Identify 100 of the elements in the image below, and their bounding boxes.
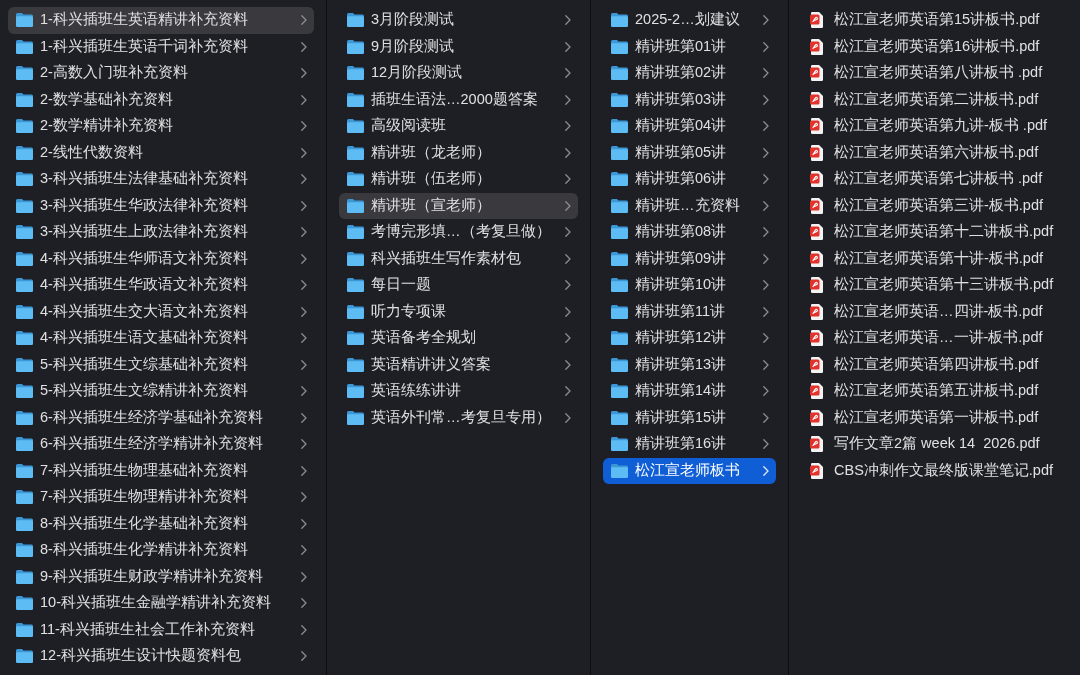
folder-item[interactable]: 精讲班第09讲 (603, 245, 776, 272)
folder-item[interactable]: 3月阶段测试 (339, 7, 578, 34)
folder-item[interactable]: 5-科兴插班生文综精讲补充资料 (8, 378, 314, 405)
folder-item[interactable]: 6-科兴插班生经济学精讲补充资料 (8, 431, 314, 458)
folder-item[interactable]: 精讲班第11讲 (603, 298, 776, 325)
folder-item[interactable]: 精讲班…充资料 (603, 192, 776, 219)
folder-item[interactable]: 2025-2…划建议 (603, 7, 776, 34)
folder-item[interactable]: 6-科兴插班生经济学基础补充资料 (8, 404, 314, 431)
file-item[interactable]: 松江宣老师英语第九讲-板书 .pdf (801, 113, 1068, 140)
folder-item[interactable]: 精讲班第14讲 (603, 378, 776, 405)
chevron-icon (763, 121, 769, 132)
folder-item[interactable]: 精讲班第16讲 (603, 431, 776, 458)
folder-item[interactable]: 2-高数入门班补充资料 (8, 60, 314, 87)
folder-item[interactable]: 精讲班第05讲 (603, 139, 776, 166)
file-item[interactable]: 松江宣老师英语第七讲板书 .pdf (801, 166, 1068, 193)
folder-item[interactable]: 1-科兴插班生英语精讲补充资料 (8, 7, 314, 34)
folder-item[interactable]: 8-科兴插班生化学精讲补充资料 (8, 537, 314, 564)
folder-item[interactable]: 12-科兴插班生设计快题资料包 (8, 643, 314, 670)
folder-item[interactable]: 听力专项课 (339, 298, 578, 325)
chevron-icon (301, 41, 307, 52)
folder-item[interactable]: 英语练练讲讲 (339, 378, 578, 405)
folder-item[interactable]: 精讲班第10讲 (603, 272, 776, 299)
folder-item[interactable]: 9月阶段测试 (339, 33, 578, 60)
document-icon (810, 38, 823, 55)
file-item[interactable]: 松江宣老师英语第16讲板书.pdf (801, 33, 1068, 60)
document-icon (810, 356, 823, 373)
folder-item[interactable]: 2-数学基础补充资料 (8, 86, 314, 113)
file-item[interactable]: 写作文章2篇 week 14 2026.pdf (801, 431, 1068, 458)
file-item[interactable]: 松江宣老师英语第八讲板书 .pdf (801, 60, 1068, 87)
file-item[interactable]: 松江宣老师英语第三讲-板书.pdf (801, 192, 1068, 219)
folder-icon (611, 172, 628, 187)
folder-item[interactable]: 8-科兴插班生化学基础补充资料 (8, 510, 314, 537)
folder-item[interactable]: 高级阅读班 (339, 113, 578, 140)
folder-item[interactable]: 每日一题 (339, 272, 578, 299)
chevron-icon (301, 174, 307, 185)
file-item[interactable]: 松江宣老师英语第五讲板书.pdf (801, 378, 1068, 405)
folder-item[interactable]: 英语精讲讲义答案 (339, 351, 578, 378)
file-item[interactable]: 松江宣老师英语…四讲-板书.pdf (801, 298, 1068, 325)
file-item[interactable]: 松江宣老师英语第一讲板书.pdf (801, 404, 1068, 431)
folder-item[interactable]: 精讲班第15讲 (603, 404, 776, 431)
folder-icon (347, 225, 364, 240)
chevron-icon (763, 412, 769, 423)
folder-item[interactable]: 2-线性代数资料 (8, 139, 314, 166)
document-icon (810, 171, 823, 188)
folder-item[interactable]: 1-科兴插班生英语千词补充资料 (8, 33, 314, 60)
folder-item[interactable]: 科兴插班生写作素材包 (339, 245, 578, 272)
file-item[interactable]: 松江宣老师英语第四讲板书.pdf (801, 351, 1068, 378)
chevron-icon (565, 359, 571, 370)
file-item[interactable]: 松江宣老师英语第二讲板书.pdf (801, 86, 1068, 113)
chevron-icon (763, 41, 769, 52)
document-icon (810, 462, 823, 479)
folder-item[interactable]: 精讲班第13讲 (603, 351, 776, 378)
chevron-icon (763, 227, 769, 238)
file-item[interactable]: 松江宣老师英语第十三讲板书.pdf (801, 272, 1068, 299)
folder-item[interactable]: 精讲班第04讲 (603, 113, 776, 140)
folder-item[interactable]: 5-科兴插班生文综基础补充资料 (8, 351, 314, 378)
file-item[interactable]: 松江宣老师英语第15讲板书.pdf (801, 7, 1068, 34)
folder-item[interactable]: 4-科兴插班生语文基础补充资料 (8, 325, 314, 352)
folder-icon (611, 331, 628, 346)
file-item[interactable]: 松江宣老师英语第十二讲板书.pdf (801, 219, 1068, 246)
folder-item[interactable]: 松江宣老师板书 (603, 457, 776, 484)
folder-item[interactable]: 精讲班第08讲 (603, 219, 776, 246)
folder-item[interactable]: 精讲班第12讲 (603, 325, 776, 352)
folder-icon (347, 198, 364, 213)
folder-item[interactable]: 11-科兴插班生社会工作补充资料 (8, 616, 314, 643)
chevron-icon (301, 439, 307, 450)
folder-icon (16, 92, 33, 107)
folder-item[interactable]: 精讲班第02讲 (603, 60, 776, 87)
folder-item[interactable]: 12月阶段测试 (339, 60, 578, 87)
file-item[interactable]: 松江宣老师英语第六讲板书.pdf (801, 139, 1068, 166)
folder-item[interactable]: 精讲班第01讲 (603, 33, 776, 60)
folder-item[interactable]: 考博完形填…（考复旦做） (339, 219, 578, 246)
folder-item[interactable]: 精讲班第06讲 (603, 166, 776, 193)
folder-icon (611, 198, 628, 213)
folder-item[interactable]: 精讲班（宣老师） (339, 192, 578, 219)
chevron-icon (763, 68, 769, 79)
folder-item[interactable]: 精讲班（龙老师） (339, 139, 578, 166)
folder-item[interactable]: 2-数学精讲补充资料 (8, 113, 314, 140)
folder-item[interactable]: 精讲班（伍老师） (339, 166, 578, 193)
folder-icon (611, 66, 628, 81)
folder-item[interactable]: 7-科兴插班生物理精讲补充资料 (8, 484, 314, 511)
folder-item[interactable]: 3-科兴插班生华政法律补充资料 (8, 192, 314, 219)
file-item[interactable]: 松江宣老师英语…一讲-板书.pdf (801, 325, 1068, 352)
folder-item[interactable]: 7-科兴插班生物理基础补充资料 (8, 457, 314, 484)
file-item[interactable]: CBS冲刺作文最终版课堂笔记.pdf (801, 457, 1068, 484)
chevron-icon (565, 121, 571, 132)
folder-item[interactable]: 精讲班第03讲 (603, 86, 776, 113)
folder-item[interactable]: 4-科兴插班生交大语文补充资料 (8, 298, 314, 325)
folder-item[interactable]: 3-科兴插班生法律基础补充资料 (8, 166, 314, 193)
folder-item[interactable]: 4-科兴插班生华师语文补充资料 (8, 245, 314, 272)
file-item[interactable]: 松江宣老师英语第十讲-板书.pdf (801, 245, 1068, 272)
folder-item[interactable]: 10-科兴插班生金融学精讲补充资料 (8, 590, 314, 617)
folder-item[interactable]: 3-科兴插班生上政法律补充资料 (8, 219, 314, 246)
folder-item[interactable]: 9-科兴插班生财政学精讲补充资料 (8, 563, 314, 590)
folder-item[interactable]: 英语备考全规划 (339, 325, 578, 352)
document-icon (810, 436, 823, 453)
folder-item[interactable]: 4-科兴插班生华政语文补充资料 (8, 272, 314, 299)
folder-item[interactable]: 插班生语法…2000题答案 (339, 86, 578, 113)
folder-item[interactable]: 英语外刊常…考复旦专用） (339, 404, 578, 431)
chevron-icon (301, 518, 307, 529)
